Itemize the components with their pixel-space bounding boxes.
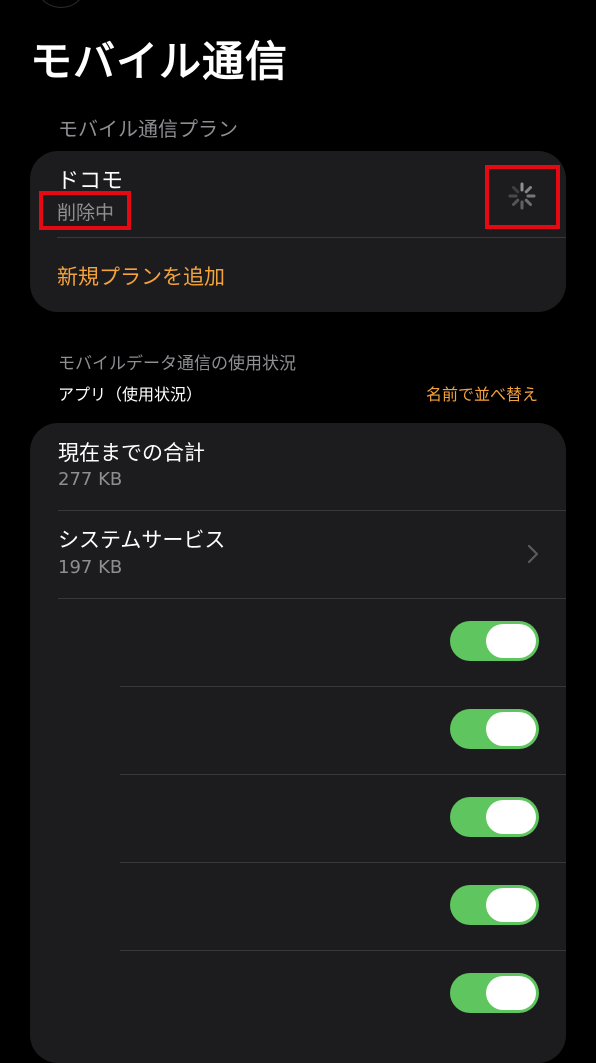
plans-section-header: モバイル通信プラン [58, 117, 238, 141]
add-plan-button[interactable]: 新規プランを追加 [57, 261, 225, 291]
app-row [30, 687, 566, 775]
app-row [30, 775, 566, 863]
system-services-row[interactable]: システムサービス 197 KB [30, 511, 566, 599]
avatar[interactable] [38, 0, 84, 8]
chevron-right-icon [527, 544, 539, 564]
app-data-toggle[interactable] [450, 797, 539, 837]
toggle-knob [486, 976, 536, 1010]
toggle-knob [486, 800, 536, 834]
usage-section-header: モバイルデータ通信の使用状況 [58, 354, 296, 374]
sort-by-name-button[interactable]: 名前で並べ替え [426, 381, 538, 405]
system-services-value: 197 KB [58, 557, 123, 578]
app-row [30, 599, 566, 687]
toggle-knob [486, 712, 536, 746]
app-row [30, 863, 566, 951]
toggle-knob [486, 624, 536, 658]
usage-card: 現在までの合計 277 KB システムサービス 197 KB [30, 423, 566, 1063]
app-row [30, 951, 566, 1039]
app-data-toggle[interactable] [450, 885, 539, 925]
toggle-knob [486, 888, 536, 922]
system-services-title: システムサービス [58, 528, 226, 552]
apps-usage-label: アプリ（使用状況） [58, 385, 203, 404]
page-title: モバイル通信 [30, 37, 289, 86]
total-usage-value: 277 KB [58, 469, 123, 490]
spinner-highlight-box [485, 165, 560, 229]
divider [57, 237, 566, 238]
app-data-toggle[interactable] [450, 973, 539, 1013]
total-usage-title: 現在までの合計 [58, 441, 205, 465]
status-highlight-box [39, 191, 131, 230]
app-data-toggle[interactable] [450, 621, 539, 661]
app-data-toggle[interactable] [450, 709, 539, 749]
plan-card: ドコモ 削除中 新規プランを追加 [30, 151, 566, 312]
